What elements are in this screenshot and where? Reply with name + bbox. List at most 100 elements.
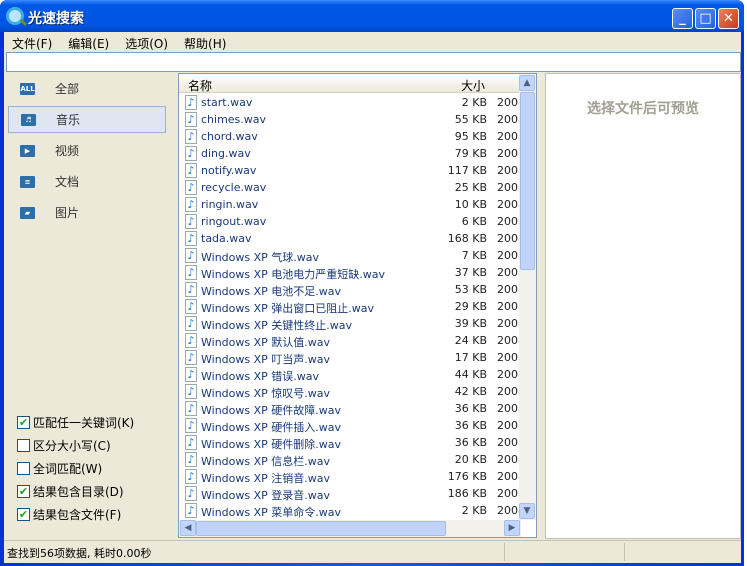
- horizontal-scrollbar[interactable]: ◀ ▶: [179, 520, 521, 537]
- vertical-scrollbar[interactable]: ▲ ▼: [519, 74, 536, 520]
- file-name: Windows XP 错误.wav: [201, 370, 320, 383]
- file-date: 2008: [497, 317, 521, 330]
- file-row[interactable]: ♪ Windows XP 关键性终止.wav 39 KB 2008: [183, 315, 521, 332]
- checkbox[interactable]: [17, 439, 30, 452]
- file-row[interactable]: ♪ Windows XP 信息栏.wav 20 KB 2008: [183, 451, 521, 468]
- menu-options[interactable]: 选项(O): [117, 32, 176, 51]
- file-row[interactable]: ♪ Windows XP 硬件故障.wav 36 KB 2008: [183, 400, 521, 417]
- category-item[interactable]: ♬ 音乐: [8, 106, 166, 133]
- category-item[interactable]: ALL 全部: [8, 75, 166, 102]
- title-bar[interactable]: 光速搜索 _ □ ✕: [0, 0, 744, 32]
- option-checkbox[interactable]: ✔ 结果包含目录(D): [17, 483, 124, 500]
- menu-help[interactable]: 帮助(H): [176, 32, 234, 51]
- file-row[interactable]: ♪ Windows XP 默认值.wav 24 KB 2008: [183, 332, 521, 349]
- option-checkbox[interactable]: 区分大小写(C): [17, 437, 111, 454]
- file-row[interactable]: ♪ ringout.wav 6 KB 2008: [183, 213, 521, 230]
- file-date: 2008: [497, 351, 521, 364]
- file-row[interactable]: ♪ Windows XP 硬件删除.wav 36 KB 2008: [183, 434, 521, 451]
- category-panel: ALL 全部 ♬ 音乐 ▶ 视频 ≡ 文档 ▰ 图片 ✔ 匹配任一关键词(K) 区分大小写(C) 全词匹配…: [4, 73, 176, 539]
- close-button[interactable]: ✕: [718, 8, 739, 29]
- scroll-right-button[interactable]: ▶: [504, 520, 520, 536]
- file-row[interactable]: ♪ Windows XP 电池电力严重短缺.wav 37 KB 2008: [183, 264, 521, 281]
- file-date: 2008: [497, 198, 521, 211]
- maximize-button[interactable]: □: [695, 8, 716, 29]
- scroll-left-button[interactable]: ◀: [180, 520, 196, 536]
- file-date: 2008: [497, 402, 521, 415]
- file-row[interactable]: ♪ ringin.wav 10 KB 2008: [183, 196, 521, 213]
- category-item[interactable]: ▰ 图片: [8, 199, 166, 226]
- app-logo-icon: [6, 7, 24, 25]
- audio-file-icon: ♪: [185, 435, 197, 450]
- checkbox[interactable]: [17, 462, 30, 475]
- option-checkbox[interactable]: ✔ 匹配任一关键词(K): [17, 414, 134, 431]
- audio-file-icon: ♪: [185, 333, 197, 348]
- option-label: 区分大小写(C): [33, 439, 111, 453]
- audio-file-icon: ♪: [185, 248, 197, 263]
- file-date: 2008: [497, 504, 521, 517]
- file-row[interactable]: ♪ Windows XP 气球.wav 7 KB 2008: [183, 247, 521, 264]
- file-row[interactable]: ♪ chimes.wav 55 KB 2008: [183, 111, 521, 128]
- category-item[interactable]: ≡ 文档: [8, 168, 166, 195]
- video-icon: ▶: [20, 144, 35, 157]
- file-row[interactable]: ♪ Windows XP 登录音.wav 186 KB 2008: [183, 485, 521, 502]
- file-size: 186 KB: [447, 487, 487, 500]
- file-name: Windows XP 信息栏.wav: [201, 455, 331, 468]
- scroll-up-button[interactable]: ▲: [519, 75, 535, 91]
- file-row[interactable]: ♪ recycle.wav 25 KB 2008: [183, 179, 521, 196]
- status-divider: [504, 543, 505, 561]
- file-row[interactable]: ♪ chord.wav 95 KB 2008: [183, 128, 521, 145]
- category-item[interactable]: ▶ 视频: [8, 137, 166, 164]
- file-row[interactable]: ♪ Windows XP 菜单命令.wav 2 KB 2008: [183, 502, 521, 519]
- file-row[interactable]: ♪ start.wav 2 KB 2008: [183, 94, 521, 111]
- file-name: Windows XP 弹出窗口已阻止.wav: [201, 302, 375, 315]
- scroll-down-button[interactable]: ▼: [519, 503, 535, 519]
- checkbox[interactable]: ✔: [17, 508, 30, 521]
- file-date: 2008: [497, 487, 521, 500]
- file-row[interactable]: ♪ Windows XP 注销音.wav 176 KB 2008: [183, 468, 521, 485]
- file-row[interactable]: ♪ Windows XP 惊叹号.wav 42 KB 2008: [183, 383, 521, 400]
- file-row[interactable]: ♪ tada.wav 168 KB 2008: [183, 230, 521, 247]
- file-row[interactable]: ♪ Windows XP 错误.wav 44 KB 2008: [183, 366, 521, 383]
- menu-edit[interactable]: 编辑(E): [60, 32, 117, 51]
- file-row[interactable]: ♪ Windows XP 弹出窗口已阻止.wav 29 KB 2008: [183, 298, 521, 315]
- status-divider: [624, 543, 625, 561]
- checkbox[interactable]: ✔: [17, 485, 30, 498]
- file-size: 39 KB: [454, 317, 487, 330]
- audio-file-icon: ♪: [185, 265, 197, 280]
- client-area: 文件(F) 编辑(E) 选项(O) 帮助(H) ALL 全部 ♬ 音乐 ▶ 视频 ≡ 文档 ▰ 图…: [4, 32, 741, 563]
- category-label: 图片: [55, 206, 80, 220]
- checkbox[interactable]: ✔: [17, 416, 30, 429]
- file-row[interactable]: ♪ Windows XP 硬件插入.wav 36 KB 2008: [183, 417, 521, 434]
- column-size-header[interactable]: 大小: [461, 77, 485, 94]
- menu-file[interactable]: 文件(F): [4, 32, 60, 51]
- file-name: ding.wav: [201, 147, 251, 160]
- file-date: 2008: [497, 113, 521, 126]
- audio-file-icon: ♪: [185, 180, 197, 195]
- option-checkbox[interactable]: 全词匹配(W): [17, 460, 102, 477]
- file-size: 25 KB: [454, 181, 487, 194]
- file-name: notify.wav: [201, 164, 257, 177]
- file-date: 2008: [497, 419, 521, 432]
- vertical-scroll-thumb[interactable]: [520, 92, 535, 270]
- option-checkbox[interactable]: ✔ 结果包含文件(F): [17, 506, 121, 523]
- file-row[interactable]: ♪ notify.wav 117 KB 2008: [183, 162, 521, 179]
- file-date: 2008: [497, 334, 521, 347]
- audio-file-icon: ♪: [185, 163, 197, 178]
- file-size: 24 KB: [454, 334, 487, 347]
- audio-file-icon: ♪: [185, 469, 197, 484]
- minimize-button[interactable]: _: [672, 8, 693, 29]
- file-size: 79 KB: [454, 147, 487, 160]
- file-size: 17 KB: [454, 351, 487, 364]
- audio-file-icon: ♪: [185, 214, 197, 229]
- search-input[interactable]: [7, 53, 740, 71]
- file-name: Windows XP 惊叹号.wav: [201, 387, 331, 400]
- column-name-header[interactable]: 名称: [188, 77, 212, 94]
- file-row[interactable]: ♪ ding.wav 79 KB 2008: [183, 145, 521, 162]
- app-window: 光速搜索 _ □ ✕ 文件(F) 编辑(E) 选项(O) 帮助(H) ALL 全部…: [0, 0, 744, 566]
- file-size: 7 KB: [461, 249, 487, 262]
- horizontal-scroll-thumb[interactable]: [196, 521, 446, 536]
- file-row[interactable]: ♪ Windows XP 叮当声.wav 17 KB 2008: [183, 349, 521, 366]
- option-label: 全词匹配(W): [33, 462, 103, 476]
- file-row[interactable]: ♪ Windows XP 电池不足.wav 53 KB 2008: [183, 281, 521, 298]
- file-size: 36 KB: [454, 436, 487, 449]
